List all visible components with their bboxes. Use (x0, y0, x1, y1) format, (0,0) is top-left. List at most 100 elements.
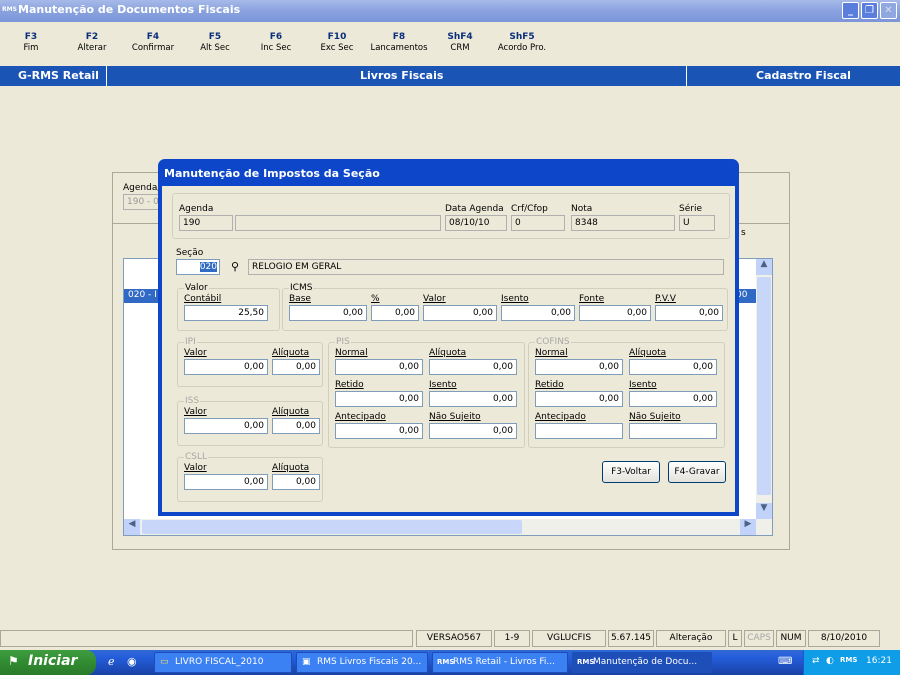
restore-button[interactable]: ❐ (861, 2, 878, 19)
csll-group: CSLL Valor 0,00 Alíquota 0,00 (177, 452, 323, 502)
pis-nao-sujeito-field[interactable]: 0,00 (429, 423, 517, 439)
gravar-button[interactable]: F4-Gravar (668, 461, 726, 483)
vertical-scrollbar[interactable]: ▲ ▼ (756, 259, 772, 535)
status-date: 8/10/2010 (808, 630, 880, 647)
cofins-antecipado-field[interactable] (535, 423, 623, 439)
folder-icon: ▭ (160, 657, 169, 667)
cofins-retido-label: Retido (535, 380, 564, 390)
ipi-aliquota-label: Alíquota (272, 348, 310, 358)
contabil-field[interactable]: 25,50 (184, 305, 268, 321)
valor-group-title: Valor (184, 283, 209, 293)
module-header-bar: G-RMS Retail Livros Fiscais Cadastro Fis… (0, 66, 900, 86)
fkey-crm[interactable]: ShF4 CRM (429, 32, 491, 54)
close-button[interactable]: ✕ (880, 2, 897, 19)
fkey-inc-sec[interactable]: F6 Inc Sec (245, 32, 307, 54)
csll-valor-label: Valor (184, 463, 207, 473)
ipi-aliquota-field[interactable]: 0,00 (272, 359, 320, 375)
header-center: Livros Fiscais (360, 69, 444, 82)
nota-label: Nota (571, 204, 593, 214)
fkey-acordo-pro[interactable]: ShF5 Acordo Pro. (491, 32, 553, 54)
icms-group-title: ICMS (289, 283, 314, 293)
task-livro-fiscal[interactable]: ▭ LIVRO FISCAL_2010 (154, 652, 292, 673)
bg-tab-label: s (741, 228, 746, 238)
scroll-thumb[interactable] (757, 277, 771, 495)
icms-valor-field[interactable]: 0,00 (423, 305, 497, 321)
fkey-exc-sec[interactable]: F10 Exc Sec (306, 32, 368, 54)
keyboard-icon[interactable]: ⌨ (778, 656, 792, 667)
cofins-nao-sujeito-field[interactable] (629, 423, 717, 439)
cofins-nao-sujeito-label: Não Sujeito (629, 412, 681, 422)
task-rms-livros-word[interactable]: ▣ RMS Livros Fiscais 20... (296, 652, 428, 673)
cofins-normal-field[interactable]: 0,00 (535, 359, 623, 375)
status-bar: VERSAO567 1-9 VGLUCFIS 5.67.145 Alteraçã… (0, 628, 900, 648)
start-label: Iniciar (28, 653, 78, 669)
iss-aliquota-label: Alíquota (272, 407, 310, 417)
pis-aliquota-field[interactable]: 0,00 (429, 359, 517, 375)
fkey-label: Exc Sec (320, 43, 354, 53)
secao-field[interactable]: 020 (176, 259, 220, 275)
app-icon: RMS (2, 6, 17, 13)
secao-label: Seção (176, 248, 204, 258)
icms-valor-label: Valor (423, 294, 446, 304)
hscroll-thumb[interactable] (142, 520, 522, 534)
csll-aliquota-field[interactable]: 0,00 (272, 474, 320, 490)
pis-isento-label: Isento (429, 380, 457, 390)
task-manutencao[interactable]: RMS Manutenção de Docu... (572, 652, 712, 673)
scroll-down-icon[interactable]: ▼ (756, 503, 772, 519)
task-rms-retail[interactable]: RMS RMS Retail - Livros Fi... (432, 652, 568, 673)
icms-pvv-field[interactable]: 0,00 (655, 305, 723, 321)
header-divider (106, 66, 107, 86)
fkey-key: F6 (269, 32, 283, 42)
fkey-label: CRM (450, 43, 470, 53)
header-divider (686, 66, 687, 86)
cofins-aliquota-field[interactable]: 0,00 (629, 359, 717, 375)
fkey-fim[interactable]: F3 Fim (0, 32, 62, 54)
quicklaunch-icon[interactable]: ◉ (127, 655, 137, 668)
pis-isento-field[interactable]: 0,00 (429, 391, 517, 407)
rms-tray-icon[interactable]: RMS (840, 656, 857, 664)
icms-pct-field[interactable]: 0,00 (371, 305, 419, 321)
voltar-button[interactable]: F3-Voltar (602, 461, 660, 483)
fkey-confirmar[interactable]: F4 Confirmar (122, 32, 184, 54)
pis-retido-field[interactable]: 0,00 (335, 391, 423, 407)
scroll-up-icon[interactable]: ▲ (756, 259, 772, 275)
binoculars-icon[interactable]: ⚲ (226, 259, 244, 275)
cofins-retido-field[interactable]: 0,00 (535, 391, 623, 407)
cofins-antecipado-label: Antecipado (535, 412, 586, 422)
icms-pvv-label: P.V.V (655, 294, 676, 304)
rms-icon: RMS (437, 658, 455, 666)
pis-group: PIS Normal 0,00 Alíquota 0,00 Retido 0,0… (328, 337, 525, 448)
fkey-alt-sec[interactable]: F5 Alt Sec (184, 32, 246, 54)
antivirus-icon[interactable]: ◐ (826, 656, 834, 666)
iss-group-title: ISS (184, 396, 201, 406)
start-button[interactable]: ⚑ Iniciar (0, 650, 96, 675)
iss-aliquota-field[interactable]: 0,00 (272, 418, 320, 434)
network-icon[interactable]: ⇄ (812, 656, 820, 666)
ie-icon[interactable]: ℯ (108, 655, 115, 668)
crf-label: Crf/Cfop (511, 204, 548, 214)
status-build: 5.67.145 (608, 630, 654, 647)
fkey-alterar[interactable]: F2 Alterar (61, 32, 123, 54)
word-icon: ▣ (302, 657, 311, 667)
status-message-panel (0, 630, 413, 647)
fkey-lancamentos[interactable]: F8 Lancamentos (368, 32, 430, 54)
secao-value: 020 (199, 262, 217, 272)
task-label: RMS Livros Fiscais 20... (317, 657, 422, 667)
icms-isento-field[interactable]: 0,00 (501, 305, 575, 321)
csll-valor-field[interactable]: 0,00 (184, 474, 268, 490)
scroll-right-icon[interactable]: ▶ (740, 519, 756, 535)
ipi-valor-field[interactable]: 0,00 (184, 359, 268, 375)
scroll-left-icon[interactable]: ◀ (124, 519, 140, 535)
icms-base-field[interactable]: 0,00 (289, 305, 367, 321)
fkey-key: F4 (146, 32, 160, 42)
fkey-label: Lancamentos (370, 43, 428, 53)
minimize-button[interactable]: _ (842, 2, 859, 19)
horizontal-scrollbar[interactable]: ◀ ▶ (124, 519, 756, 535)
fkey-key: F10 (327, 32, 347, 42)
pis-normal-field[interactable]: 0,00 (335, 359, 423, 375)
pis-antecipado-field[interactable]: 0,00 (335, 423, 423, 439)
cofins-isento-field[interactable]: 0,00 (629, 391, 717, 407)
icms-fonte-field[interactable]: 0,00 (579, 305, 651, 321)
iss-valor-field[interactable]: 0,00 (184, 418, 268, 434)
cofins-group: COFINS Normal 0,00 Alíquota 0,00 Retido … (528, 337, 725, 448)
